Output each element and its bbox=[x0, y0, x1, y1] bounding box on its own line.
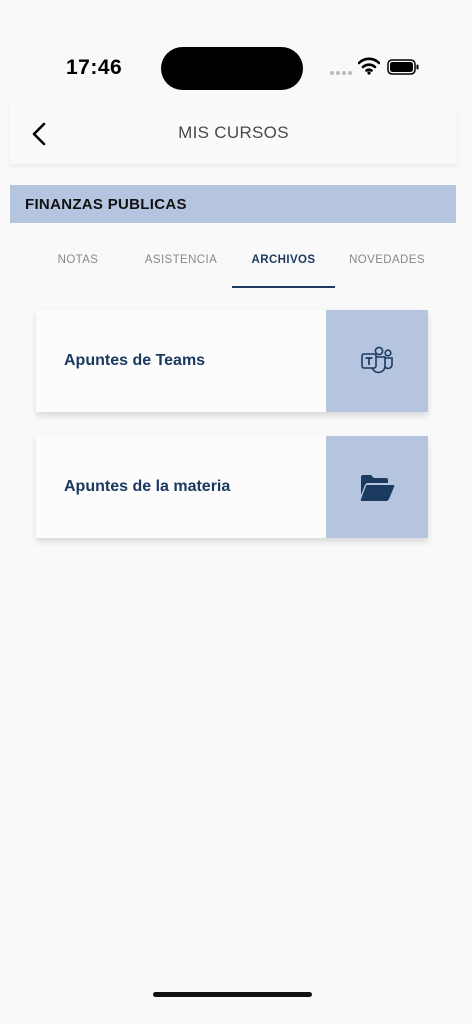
teams-icon bbox=[361, 346, 393, 374]
file-card-icon-box bbox=[326, 310, 428, 412]
page-title: MIS CURSOS bbox=[178, 123, 289, 142]
course-banner: FINANZAS PUBLICAS bbox=[10, 185, 456, 223]
course-name: FINANZAS PUBLICAS bbox=[25, 196, 187, 213]
tab-notas[interactable]: NOTAS bbox=[24, 240, 132, 286]
tab-novedades[interactable]: NOVEDADES bbox=[335, 240, 439, 286]
tab-asistencia[interactable]: ASISTENCIA bbox=[128, 240, 234, 286]
file-card-label: Apuntes de Teams bbox=[64, 352, 206, 369]
nav-header: MIS CURSOS bbox=[10, 104, 457, 164]
folder-open-icon bbox=[360, 475, 395, 501]
home-indicator bbox=[153, 992, 312, 997]
file-card-label: Apuntes de la materia bbox=[64, 478, 231, 495]
tab-archivos[interactable]: ARCHIVOS bbox=[232, 240, 335, 288]
file-card-icon-box bbox=[326, 436, 428, 538]
status-time: 17:46 bbox=[66, 56, 123, 79]
file-card-teams[interactable]: Apuntes de Teams bbox=[36, 310, 428, 412]
battery-icon bbox=[387, 59, 419, 75]
tab-bar: NOTAS ASISTENCIA ARCHIVOS NOVEDADES bbox=[10, 240, 456, 288]
dynamic-island bbox=[161, 47, 303, 90]
signal-icon bbox=[330, 71, 352, 75]
file-card-materia[interactable]: Apuntes de la materia bbox=[36, 436, 428, 538]
wifi-icon bbox=[358, 57, 380, 75]
